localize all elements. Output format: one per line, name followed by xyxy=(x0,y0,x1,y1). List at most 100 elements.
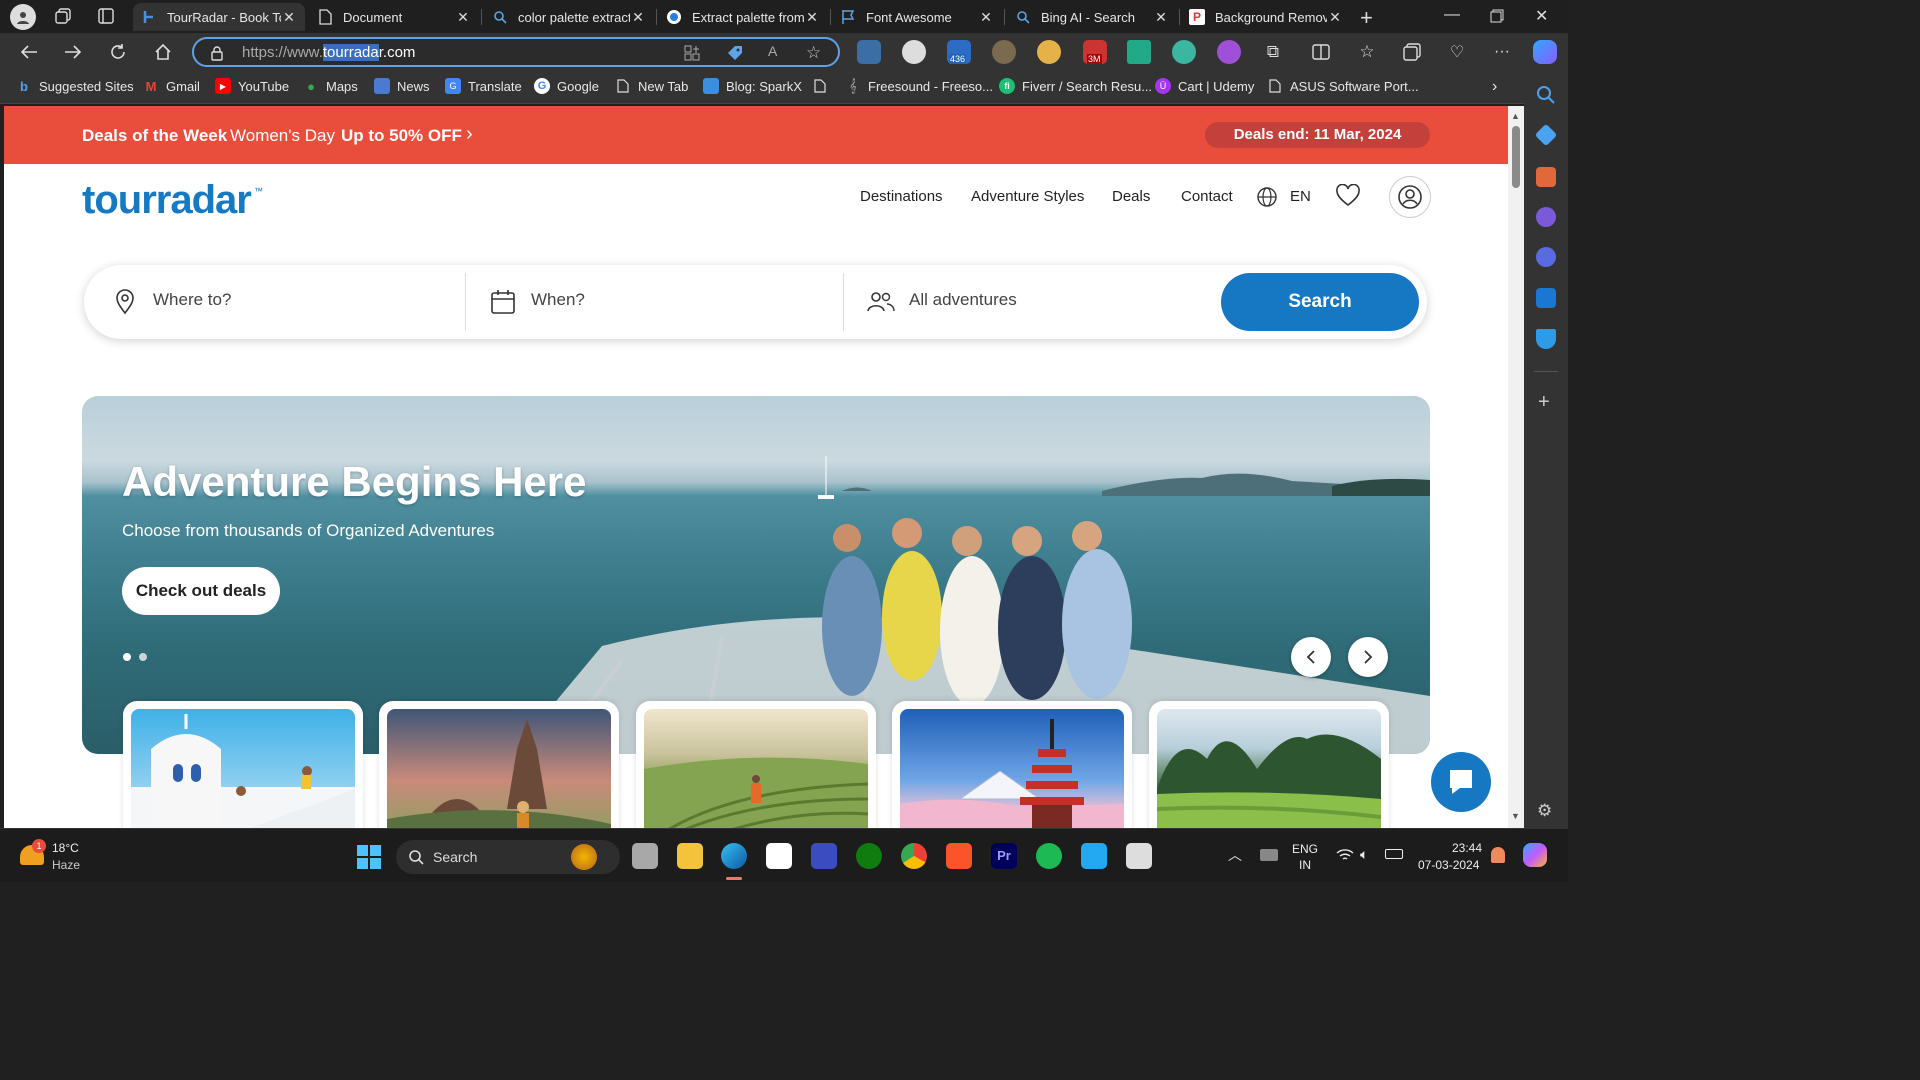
extension-icon[interactable] xyxy=(1217,40,1241,64)
close-icon[interactable]: ✕ xyxy=(978,9,994,26)
favorite-star-icon[interactable]: ☆ xyxy=(806,43,821,63)
profile-avatar[interactable] xyxy=(10,4,36,30)
refresh-button[interactable] xyxy=(103,38,133,66)
bookmark-item[interactable]: G Google xyxy=(534,78,599,94)
more-menu-icon[interactable]: ··· xyxy=(1487,38,1517,66)
destination-card[interactable] xyxy=(892,701,1132,828)
bookmark-item[interactable]: 𝄞 Freesound - Freeso... xyxy=(845,78,993,94)
coupon-tag-icon[interactable] xyxy=(726,44,744,62)
weather-widget[interactable]: 1 18°C Haze xyxy=(18,839,108,875)
bookmark-item[interactable]: ● Maps xyxy=(303,78,358,94)
spotify-icon[interactable] xyxy=(1036,843,1062,869)
bookmark-item[interactable]: b Suggested Sites xyxy=(16,78,134,94)
account-icon[interactable] xyxy=(1389,176,1431,218)
app-available-icon[interactable] xyxy=(684,45,700,61)
destination-card[interactable] xyxy=(1149,701,1389,828)
battery-icon[interactable] xyxy=(1385,849,1403,859)
shield-icon[interactable] xyxy=(902,40,926,64)
restore-button[interactable] xyxy=(1490,9,1504,23)
search-icon[interactable] xyxy=(1536,85,1556,105)
tab-document[interactable]: Document ✕ xyxy=(309,3,479,31)
brave-icon[interactable] xyxy=(946,843,972,869)
edge-browser-icon[interactable] xyxy=(721,843,747,869)
extension-icon[interactable] xyxy=(992,40,1016,64)
collections-icon[interactable] xyxy=(1397,38,1427,66)
bookmark-item[interactable]: News xyxy=(374,78,430,94)
wishlist-heart-icon[interactable] xyxy=(1335,184,1361,208)
carousel-prev-button[interactable] xyxy=(1291,637,1331,677)
address-bar[interactable]: https://www.tourradar.com A ☆ xyxy=(192,37,840,67)
when-input[interactable]: When? xyxy=(531,290,585,310)
bookmark-item[interactable]: Ü Cart | Udemy xyxy=(1155,78,1254,94)
tray-chevron-up-icon[interactable]: ︿ xyxy=(1228,845,1242,865)
destination-card[interactable] xyxy=(379,701,619,828)
where-input[interactable]: Where to? xyxy=(153,290,231,310)
clock-date[interactable]: 07-03-2024 xyxy=(1418,858,1479,872)
close-icon[interactable]: ✕ xyxy=(630,9,646,26)
bookmarks-overflow-chevron-icon[interactable]: › xyxy=(1492,78,1497,96)
copilot-taskbar-icon[interactable] xyxy=(1523,843,1547,867)
bookmark-item[interactable]: G Translate xyxy=(445,78,522,94)
add-sidebar-app-icon[interactable]: + xyxy=(1538,391,1550,414)
tab-color-palette[interactable]: color palette extract ✕ xyxy=(484,3,654,31)
games-icon[interactable] xyxy=(1536,207,1556,227)
forward-button[interactable] xyxy=(58,38,88,66)
bookmark-item[interactable]: Blog: SparkX xyxy=(703,78,802,94)
destination-card[interactable] xyxy=(123,701,363,828)
globe-icon[interactable] xyxy=(1256,186,1278,208)
close-icon[interactable]: ✕ xyxy=(1327,9,1343,26)
read-aloud-icon[interactable]: A xyxy=(768,43,777,59)
tab-bing-ai[interactable]: Bing AI - Search ✕ xyxy=(1007,3,1177,31)
close-icon[interactable]: ✕ xyxy=(281,9,297,26)
extension-icon[interactable] xyxy=(1037,40,1061,64)
tab-background-remove[interactable]: P Background Remov ✕ xyxy=(1181,3,1351,31)
tab-tourradar[interactable]: TourRadar - Book To ✕ xyxy=(133,3,305,31)
back-button[interactable] xyxy=(14,38,44,66)
start-windows-icon[interactable] xyxy=(357,845,381,869)
microsoft-store-icon[interactable] xyxy=(766,843,792,869)
check-out-deals-button[interactable]: Check out deals xyxy=(122,567,280,615)
extension-icon[interactable] xyxy=(1127,40,1151,64)
bookmark-item[interactable]: M Gmail xyxy=(143,78,200,94)
extension-badge-icon[interactable]: 3M xyxy=(1083,40,1107,64)
extensions-puzzle-icon[interactable]: ⧉ xyxy=(1258,38,1288,66)
chat-button[interactable] xyxy=(1431,752,1491,812)
file-explorer-icon[interactable] xyxy=(677,843,703,869)
close-icon[interactable]: ✕ xyxy=(804,9,820,26)
tools-briefcase-icon[interactable] xyxy=(1536,167,1556,187)
nav-adventure-styles[interactable]: Adventure Styles xyxy=(971,188,1084,205)
outlook-icon[interactable] xyxy=(1536,288,1556,308)
notification-bell-icon[interactable] xyxy=(1491,847,1505,863)
tab-font-awesome[interactable]: Font Awesome ✕ xyxy=(832,3,1002,31)
calculator-icon[interactable] xyxy=(1126,843,1152,869)
url-text[interactable]: https://www.tourradar.com xyxy=(242,44,415,61)
drop-icon[interactable] xyxy=(1536,329,1556,349)
extension-icon[interactable] xyxy=(857,40,881,64)
extension-badge-icon[interactable]: 436 xyxy=(947,40,971,64)
bookmark-item[interactable] xyxy=(812,78,835,94)
bookmark-item[interactable]: ASUS Software Port... xyxy=(1267,78,1419,94)
scrollbar-thumb[interactable] xyxy=(1512,126,1520,188)
clock-time[interactable]: 23:44 xyxy=(1452,841,1482,855)
promo-banner[interactable]: Deals of the Week Women's Day Up to 50% … xyxy=(4,106,1508,164)
tab-actions-icon[interactable] xyxy=(97,7,115,25)
performance-heart-icon[interactable]: ♡ xyxy=(1442,38,1472,66)
copilot-icon[interactable] xyxy=(1533,40,1557,64)
minimize-button[interactable]: — xyxy=(1444,6,1460,24)
wifi-icon[interactable] xyxy=(1336,847,1354,863)
split-screen-icon[interactable] xyxy=(1306,38,1336,66)
scroll-up-arrow[interactable]: ▲ xyxy=(1511,111,1520,121)
lock-icon[interactable] xyxy=(210,45,224,61)
home-button[interactable] xyxy=(148,38,178,66)
copilot-sidebar-icon[interactable] xyxy=(1536,247,1556,267)
close-window-button[interactable]: ✕ xyxy=(1535,6,1548,26)
premiere-pro-icon[interactable]: Pr xyxy=(991,843,1017,869)
destination-card[interactable] xyxy=(636,701,876,828)
sidebar-settings-gear-icon[interactable]: ⚙ xyxy=(1537,801,1552,821)
app-m-icon[interactable] xyxy=(811,843,837,869)
bookmark-item[interactable]: fi Fiverr / Search Resu... xyxy=(999,78,1152,94)
volume-icon[interactable]: 🔈︎ xyxy=(1360,846,1368,863)
nav-destinations[interactable]: Destinations xyxy=(860,188,943,205)
scroll-down-arrow[interactable]: ▼ xyxy=(1511,811,1520,821)
nav-deals[interactable]: Deals xyxy=(1112,188,1150,205)
